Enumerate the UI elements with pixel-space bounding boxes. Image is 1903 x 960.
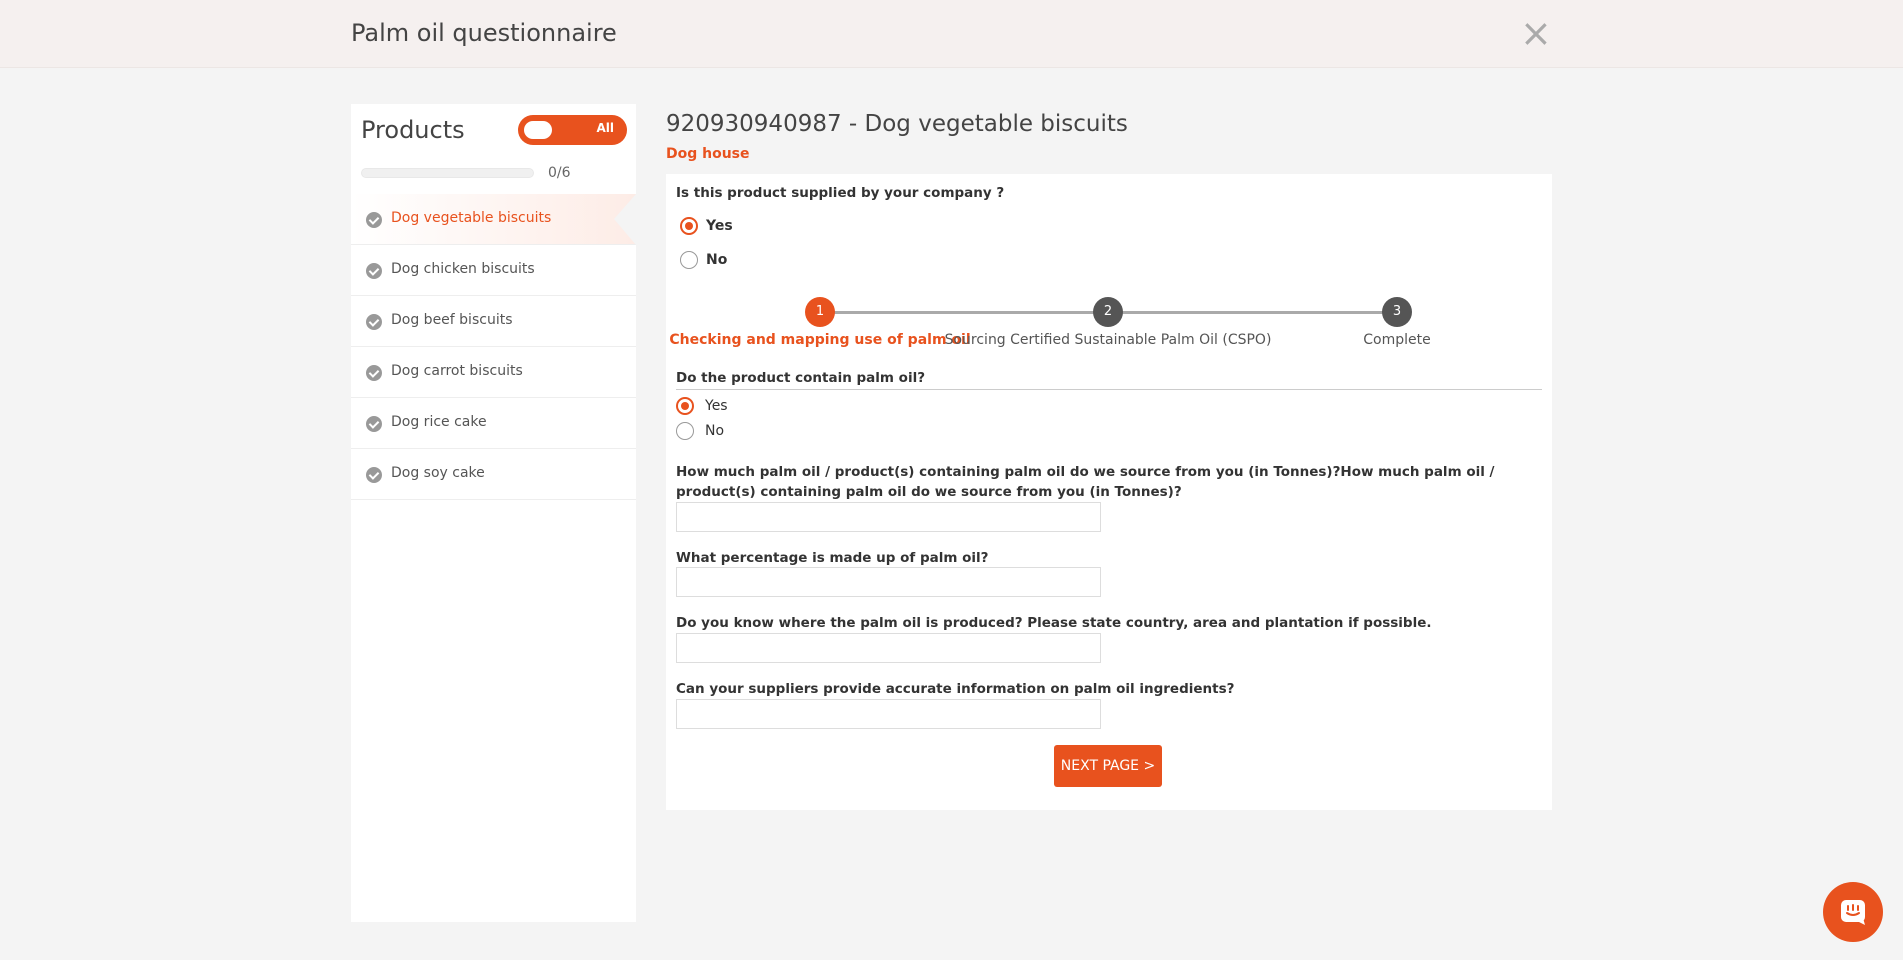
products-sidebar: Products All 0/6 Dog vegetable biscuits … <box>351 104 636 922</box>
toggle-label: All <box>596 121 614 135</box>
suppliers-input[interactable] <box>676 699 1101 729</box>
step-1-label: Checking and mapping use of palm oil <box>669 332 971 348</box>
check-circle-icon <box>366 467 382 483</box>
divider <box>676 389 1542 390</box>
product-item-dog-vegetable-biscuits[interactable]: Dog vegetable biscuits <box>351 194 636 245</box>
product-item-dog-soy-cake[interactable]: Dog soy cake <box>351 449 636 500</box>
supplied-yes-label: Yes <box>706 218 733 234</box>
percentage-question: What percentage is made up of palm oil? <box>676 550 989 566</box>
product-item-dog-beef-biscuits[interactable]: Dog beef biscuits <box>351 296 636 347</box>
step-3-label: Complete <box>1363 332 1431 348</box>
contain-no-label: No <box>705 423 725 439</box>
percentage-input[interactable] <box>676 567 1101 597</box>
sidebar-title: Products <box>361 116 465 144</box>
product-title: 920930940987 - Dog vegetable biscuits <box>666 111 1128 137</box>
supplied-yes-radio[interactable] <box>680 217 698 235</box>
questionnaire-panel: Is this product supplied by your company… <box>666 174 1552 810</box>
origin-input[interactable] <box>676 633 1101 663</box>
progress-text: 0/6 <box>548 165 571 181</box>
contain-yes-label: Yes <box>705 398 728 414</box>
product-label: Dog carrot biscuits <box>391 363 523 379</box>
product-label: Dog chicken biscuits <box>391 261 535 277</box>
toggle-knob <box>524 121 552 139</box>
product-list: Dog vegetable biscuits Dog chicken biscu… <box>351 194 636 500</box>
product-item-dog-rice-cake[interactable]: Dog rice cake <box>351 398 636 449</box>
all-toggle[interactable]: All <box>518 115 627 145</box>
origin-question: Do you know where the palm oil is produc… <box>676 615 1432 631</box>
product-item-dog-carrot-biscuits[interactable]: Dog carrot biscuits <box>351 347 636 398</box>
check-circle-icon <box>366 314 382 330</box>
supplied-no-label: No <box>706 252 728 268</box>
check-circle-icon <box>366 263 382 279</box>
suppliers-question: Can your suppliers provide accurate info… <box>676 681 1235 697</box>
step-2-label: Sourcing Certified Sustainable Palm Oil … <box>944 332 1272 348</box>
page-title: Palm oil questionnaire <box>351 19 617 47</box>
tonnes-question: How much palm oil / product(s) containin… <box>676 464 1495 500</box>
tonnes-input[interactable] <box>676 502 1101 532</box>
chat-launcher-button[interactable] <box>1823 882 1883 942</box>
step-1-circle[interactable]: 1 <box>805 297 835 327</box>
header: Palm oil questionnaire × <box>0 0 1903 68</box>
contain-no-radio[interactable] <box>676 422 694 440</box>
supplied-no-radio[interactable] <box>680 251 698 269</box>
chat-icon <box>1841 900 1865 925</box>
contain-yes-radio[interactable] <box>676 397 694 415</box>
check-circle-icon <box>366 416 382 432</box>
supplied-question: Is this product supplied by your company… <box>676 185 1005 201</box>
next-page-button[interactable]: NEXT PAGE > <box>1054 745 1162 787</box>
close-icon[interactable]: × <box>1520 14 1552 52</box>
contain-question: Do the product contain palm oil? <box>676 370 926 386</box>
step-3-circle[interactable]: 3 <box>1382 297 1412 327</box>
check-circle-icon <box>366 212 382 228</box>
product-label: Dog rice cake <box>391 414 487 430</box>
product-supplier: Dog house <box>666 146 750 162</box>
product-item-dog-chicken-biscuits[interactable]: Dog chicken biscuits <box>351 245 636 296</box>
check-circle-icon <box>366 365 382 381</box>
product-label: Dog soy cake <box>391 465 485 481</box>
product-label: Dog beef biscuits <box>391 312 513 328</box>
progress-bar <box>361 168 534 178</box>
product-label: Dog vegetable biscuits <box>391 210 552 226</box>
step-2-circle[interactable]: 2 <box>1093 297 1123 327</box>
